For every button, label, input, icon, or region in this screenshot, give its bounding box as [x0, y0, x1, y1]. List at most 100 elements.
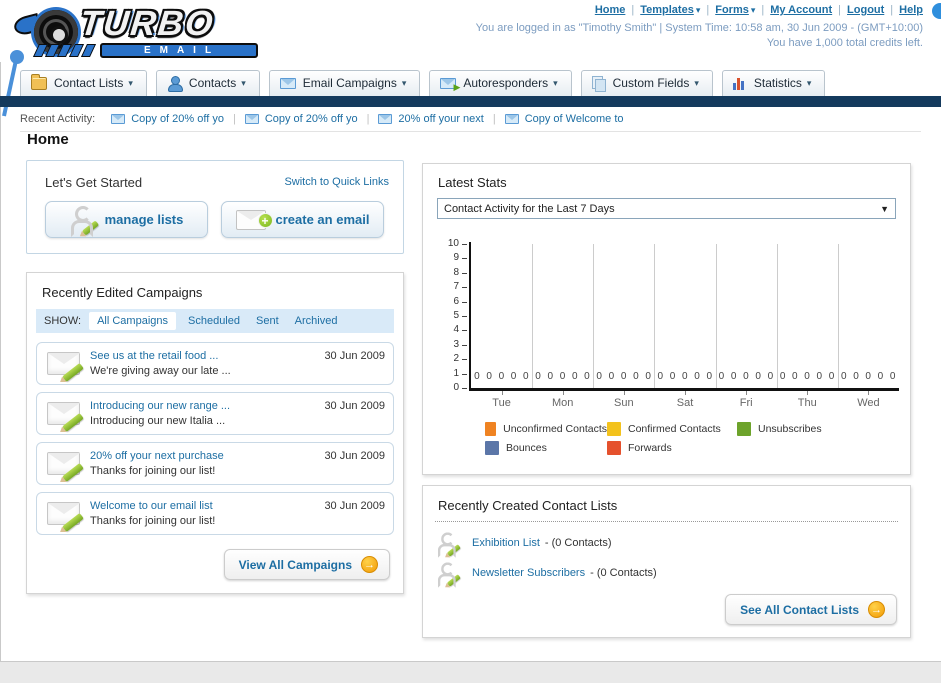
nav-link-my-account[interactable]: My Account	[770, 4, 832, 16]
campaigns-panel: Recently Edited Campaigns SHOW: All Camp…	[26, 272, 404, 594]
recent-activity-label: Recent Activity:	[20, 113, 96, 125]
login-line: You are logged in as "Timothy Smith" | S…	[475, 22, 923, 34]
nav-separator: |	[761, 4, 765, 16]
view-all-campaigns-label: View All Campaigns	[238, 557, 352, 572]
chart-x-axis	[469, 388, 899, 391]
create-email-label: create an email	[275, 212, 370, 227]
campaign-filter-sent[interactable]: Sent	[256, 315, 279, 327]
create-email-button[interactable]: + create an email	[221, 201, 384, 238]
chart-y-tick	[462, 388, 467, 389]
chart-value-label: 0	[718, 371, 725, 382]
footer-strip	[0, 662, 941, 683]
recent-activity-link[interactable]: 20% off your next	[398, 113, 483, 125]
tab-statistics[interactable]: Statistics ▾	[721, 70, 826, 96]
manage-lists-label: manage lists	[104, 212, 184, 227]
go-arrow-icon: →	[361, 556, 378, 573]
nav-link-templates[interactable]: Templates	[640, 4, 694, 16]
campaigns-title: Recently Edited Campaigns	[42, 285, 203, 300]
campaign-date: 30 Jun 2009	[324, 500, 385, 512]
chart-value-label: 0	[779, 371, 786, 382]
chart-value-label: 0	[474, 371, 480, 382]
tab-autoresponders[interactable]: Autoresponders ▾	[429, 70, 572, 96]
recent-activity-link[interactable]: Copy of 20% off yo	[265, 113, 358, 125]
chart-x-label: Sun	[614, 397, 634, 409]
email-campaigns-icon	[279, 77, 296, 89]
turbo-email-logo: TURBO EMAIL	[8, 2, 278, 60]
chart-x-tick	[562, 391, 564, 395]
campaign-title-link[interactable]: Welcome to our email list	[90, 499, 215, 513]
get-started-panel: Let's Get Started Switch to Quick Links …	[26, 160, 404, 254]
see-all-contact-lists-button[interactable]: See All Contact Lists →	[725, 594, 897, 625]
campaign-filter-scheduled[interactable]: Scheduled	[188, 315, 240, 327]
main-tabbar: Contact Lists▾ Contacts▾ Email Campaigns▾ A…	[20, 67, 941, 96]
tab-email-campaigns[interactable]: Email Campaigns ▾	[268, 70, 421, 96]
contact-list-link[interactable]: Exhibition List	[472, 537, 540, 549]
campaign-card[interactable]: See us at the retail food ... We're givi…	[36, 342, 394, 385]
contact-list-count: - (0 Contacts)	[544, 537, 612, 549]
chart-value-label: 0	[571, 371, 578, 382]
campaign-filter-archived[interactable]: Archived	[295, 315, 338, 327]
legend-item: Bounces	[485, 441, 607, 455]
chart-grid-line	[654, 244, 656, 388]
chart-x-label: Sat	[676, 397, 694, 409]
help-bubble-icon[interactable]	[932, 3, 941, 19]
contacts-icon	[167, 76, 183, 92]
campaign-title-link[interactable]: See us at the retail food ...	[90, 349, 231, 363]
dotted-divider	[435, 521, 898, 522]
login-info: You are logged in as "Timothy Smith" | S…	[476, 21, 923, 51]
chart-y-tick	[462, 330, 467, 332]
person-pencil-icon	[437, 531, 461, 558]
campaign-card[interactable]: Welcome to our email list Thanks for joi…	[36, 492, 394, 535]
nav-link-help[interactable]: Help	[899, 4, 923, 16]
tab-contact-lists[interactable]: Contact Lists ▾	[20, 70, 147, 96]
tab-custom-fields[interactable]: Custom Fields ▾	[580, 70, 713, 96]
nav-link-logout[interactable]: Logout	[847, 4, 884, 16]
chart-y-label: 1	[453, 367, 459, 379]
chevron-down-icon: ▾	[694, 77, 699, 88]
envelope-icon	[378, 114, 393, 124]
switch-quick-links-link[interactable]: Switch to Quick Links	[284, 176, 389, 188]
tab-contacts[interactable]: Contacts ▾	[155, 70, 260, 96]
recent-activity-items: Copy of 20% off yo | Copy of 20% off yo | 20…	[111, 113, 624, 125]
campaign-title-link[interactable]: 20% off your next purchase	[90, 449, 224, 463]
stats-range-value: Contact Activity for the Last 7 Days	[444, 202, 615, 215]
chart-value-label: 0	[682, 371, 688, 382]
tab-label: Statistics	[753, 76, 802, 90]
recent-activity-link[interactable]: Copy of Welcome to	[525, 113, 624, 125]
chart-x-tick	[868, 391, 870, 395]
chart-value-label: 0	[559, 371, 566, 382]
campaign-date: 30 Jun 2009	[324, 350, 385, 362]
chart-value-label: 0	[633, 371, 639, 382]
view-all-campaigns-button[interactable]: View All Campaigns →	[223, 549, 390, 580]
stats-panel: Latest Stats Contact Activity for the La…	[422, 163, 911, 475]
chart-y-label: 9	[453, 252, 459, 264]
contact-list-link[interactable]: Newsletter Subscribers	[472, 567, 585, 579]
chart-y-label: 5	[453, 310, 459, 321]
envelope-edit-icon	[47, 402, 84, 433]
activity-separator: |	[492, 113, 496, 125]
chart-value-label: 0	[669, 371, 676, 382]
campaign-card-list: See us at the retail food ... We're givi…	[36, 342, 394, 542]
campaign-subtitle: We're giving away our late ...	[90, 365, 231, 377]
chevron-down-icon: ▾	[401, 77, 407, 88]
campaign-filter-all-campaigns[interactable]: All Campaigns	[89, 312, 176, 330]
chart-value-label: 0	[877, 371, 884, 382]
contact-lists-icon	[31, 73, 47, 90]
envelope-edit-icon	[47, 502, 84, 533]
chart-y-tick	[462, 272, 467, 274]
campaign-card[interactable]: 20% off your next purchase Thanks for jo…	[36, 442, 394, 485]
campaign-title-link[interactable]: Introducing our new range ...	[90, 399, 230, 413]
nav-link-forms[interactable]: Forms	[715, 4, 749, 16]
stats-range-select[interactable]: Contact Activity for the Last 7 Days ▼	[437, 198, 896, 219]
recent-activity-link[interactable]: Copy of 20% off yo	[131, 113, 224, 125]
nav-link-home[interactable]: Home	[595, 4, 626, 16]
chart-x-label: Mon	[552, 397, 574, 409]
manage-lists-button[interactable]: manage lists	[45, 201, 208, 238]
stats-title: Latest Stats	[438, 175, 507, 190]
chart-y-label: 3	[453, 338, 459, 350]
chart-value-label: 0	[889, 371, 896, 382]
chart-value-label: 0	[657, 371, 664, 382]
chart-value-label: 0	[608, 371, 615, 382]
campaign-card[interactable]: Introducing our new range ... Introducin…	[36, 392, 394, 435]
campaign-subtitle: Introducing our new Italia ...	[90, 415, 226, 427]
